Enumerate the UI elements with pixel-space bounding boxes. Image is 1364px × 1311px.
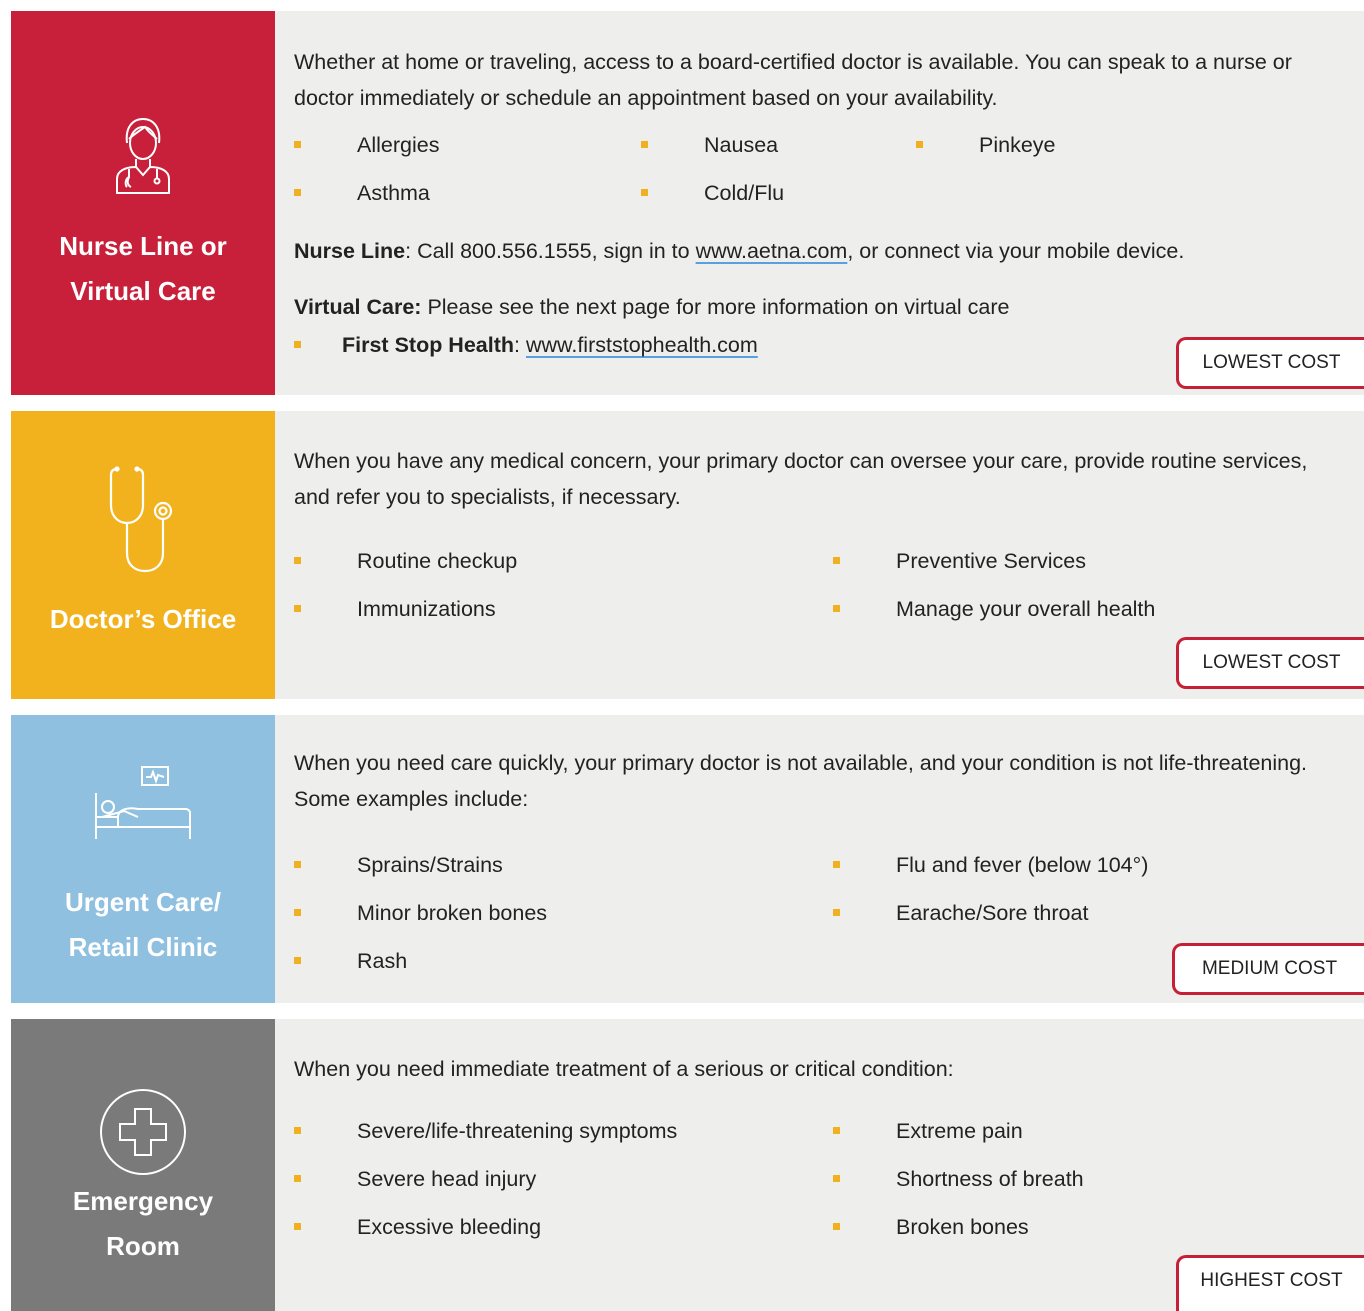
bullet-icon <box>294 861 301 868</box>
bullet-icon <box>916 141 923 148</box>
care-option-emergency-room: Emergency Room When you need immediate t… <box>11 1019 1364 1311</box>
bullet-icon <box>294 957 301 964</box>
bullet-icon <box>833 1175 840 1182</box>
cost-badge: LOWEST COST <box>1176 637 1364 689</box>
hospital-bed-icon <box>94 765 192 846</box>
category-title: Urgent Care/ Retail Clinic <box>64 887 222 962</box>
bullet-icon <box>294 1223 301 1230</box>
care-option-nurse-line: Nurse Line or Virtual Care Whether at ho… <box>11 11 1364 395</box>
bullet-icon <box>294 189 301 196</box>
category-title: Doctor’s Office <box>49 604 237 634</box>
bullet-icon <box>833 605 840 612</box>
category-panel-doctor: Doctor’s Office <box>11 411 275 699</box>
details-panel: Whether at home or traveling, access to … <box>275 11 1364 395</box>
category-panel-nurse: Nurse Line or Virtual Care <box>11 11 275 395</box>
category-title: Nurse Line or Virtual Care <box>59 231 227 306</box>
nurse-line-info: Nurse Line: Call 800.556.1555, sign in t… <box>294 239 1185 263</box>
cost-badge: HIGHEST COST <box>1176 1255 1364 1311</box>
firststophealth-link[interactable]: www.firststophealth.com <box>526 333 758 357</box>
bullet-icon <box>294 341 301 348</box>
bullet-icon <box>294 557 301 564</box>
category-title: Emergency Room <box>72 1186 214 1261</box>
nurse-icon <box>115 117 171 200</box>
bullet-icon <box>294 141 301 148</box>
description: When you need care quickly, your primary… <box>294 751 1308 811</box>
bullet-icon <box>294 1175 301 1182</box>
category-panel-er: Emergency Room <box>11 1019 275 1311</box>
cost-badge: MEDIUM COST <box>1172 943 1364 995</box>
bullet-icon <box>833 1127 840 1134</box>
description: When you need immediate treatment of a s… <box>294 1057 954 1081</box>
care-option-urgent-care: Urgent Care/ Retail Clinic When you need… <box>11 715 1364 1003</box>
cost-badge: LOWEST COST <box>1176 337 1364 389</box>
bullet-icon <box>833 557 840 564</box>
bullet-icon <box>833 909 840 916</box>
category-panel-urgent: Urgent Care/ Retail Clinic <box>11 715 275 1003</box>
bullet-icon <box>641 189 648 196</box>
virtual-care-info: Virtual Care: Please see the next page f… <box>294 295 1010 319</box>
bullet-icon <box>294 909 301 916</box>
bullet-icon <box>833 1223 840 1230</box>
details-panel: When you need immediate treatment of a s… <box>275 1019 1364 1311</box>
details-panel: When you have any medical concern, your … <box>275 411 1364 699</box>
description: When you have any medical concern, your … <box>294 449 1308 509</box>
bullet-icon <box>294 1127 301 1134</box>
aetna-link[interactable]: www.aetna.com <box>696 239 848 263</box>
stethoscope-icon <box>109 465 177 578</box>
bullet-icon <box>294 605 301 612</box>
details-panel: When you need care quickly, your primary… <box>275 715 1364 1003</box>
bullet-icon <box>641 141 648 148</box>
description: Whether at home or traveling, access to … <box>294 50 1292 110</box>
care-option-doctors-office: Doctor’s Office When you have any medica… <box>11 411 1364 699</box>
medical-cross-icon <box>98 1087 188 1182</box>
bullet-icon <box>833 861 840 868</box>
